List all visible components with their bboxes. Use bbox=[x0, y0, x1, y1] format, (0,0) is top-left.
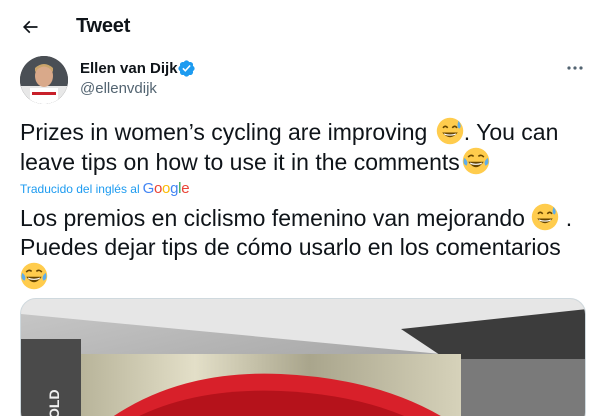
display-name[interactable]: Ellen van Dijk bbox=[80, 60, 178, 77]
page-title: Tweet bbox=[76, 15, 131, 37]
tweet-text: Prizes in women’s cycling are improving … bbox=[20, 117, 590, 177]
face-with-tears-of-joy-icon bbox=[20, 262, 48, 290]
back-arrow-icon bbox=[22, 20, 38, 34]
more-dots-icon bbox=[567, 66, 583, 70]
tweet-text-line1-end: . You can bbox=[463, 119, 559, 145]
photo-content: OLD bbox=[21, 299, 585, 416]
translated-text-line2: Puedes dejar tips de cómo usarlo en los … bbox=[20, 234, 561, 260]
back-button[interactable] bbox=[12, 9, 48, 45]
avatar[interactable] bbox=[20, 56, 68, 104]
tweet-text-line2: leave tips on how to use it in the comme… bbox=[20, 149, 460, 175]
user-handle[interactable]: @ellenvdijk bbox=[80, 80, 157, 97]
translated-text: Los premios en ciclismo femenino van mej… bbox=[20, 203, 595, 292]
verified-badge-icon bbox=[178, 60, 195, 77]
face-with-tears-of-joy-icon bbox=[462, 147, 490, 175]
google-logo: Google bbox=[142, 180, 190, 197]
tweet-text-line1: Prizes in women’s cycling are improving bbox=[20, 119, 428, 145]
translated-text-line1-end: . bbox=[559, 205, 573, 231]
grinning-face-with-sweat-icon bbox=[436, 117, 463, 145]
translation-attribution[interactable]: Traducido del inglés al Google bbox=[20, 180, 190, 197]
more-options-button[interactable] bbox=[560, 56, 590, 80]
svg-text:OLD: OLD bbox=[46, 389, 62, 416]
tweet-photo[interactable]: OLD bbox=[20, 298, 586, 416]
top-bar: Tweet bbox=[0, 0, 602, 53]
translated-text-line1: Los premios en ciclismo femenino van mej… bbox=[20, 205, 525, 231]
grinning-face-with-sweat-icon bbox=[532, 203, 559, 231]
translation-label: Traducido del inglés al bbox=[20, 181, 140, 196]
tweet-author: Ellen van Dijk @ellenvdijk bbox=[20, 56, 590, 106]
